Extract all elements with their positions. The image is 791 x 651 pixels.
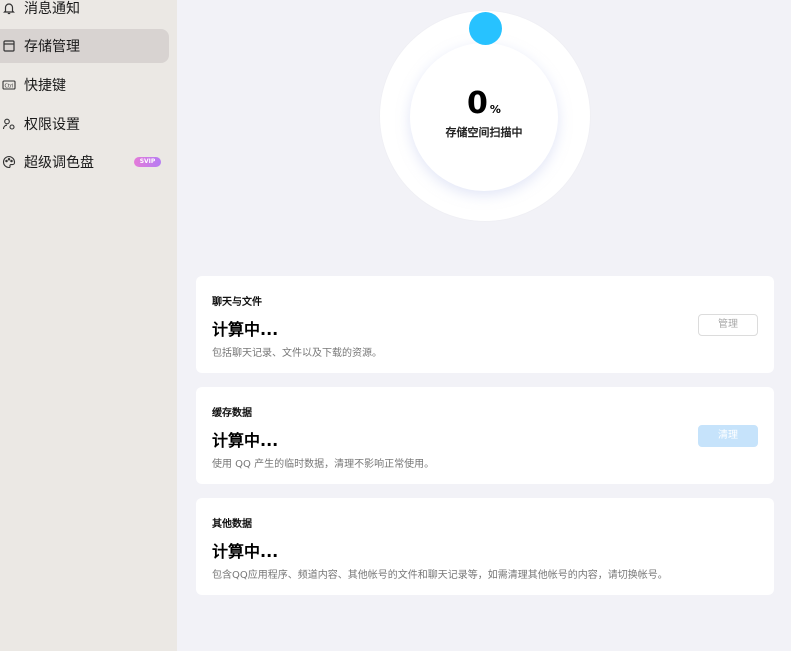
sidebar: 消息通知 存储管理 Ctrl 快捷键 权限设置 超级调色盘 SVIP (0, 0, 177, 651)
svip-badge: SVIP (134, 157, 161, 167)
storage-icon (2, 39, 16, 53)
sidebar-item-label: 存储管理 (24, 39, 80, 55)
permission-icon (2, 117, 16, 131)
cache-data-card: 缓存数据 计算中... 使用 QQ 产生的临时数据，清理不影响正常使用。 清理 (196, 387, 774, 484)
svg-text:Ctrl: Ctrl (5, 83, 14, 89)
scan-status-label: 存储空间扫描中 (445, 126, 523, 139)
keyboard-icon: Ctrl (2, 78, 16, 92)
sidebar-item-label: 快捷键 (24, 78, 66, 94)
sidebar-item-label: 消息通知 (24, 1, 80, 17)
scan-percentage: 0% (410, 86, 558, 121)
card-title: 聊天与文件 (212, 297, 262, 308)
bell-icon (2, 1, 16, 15)
sidebar-item-storage[interactable]: 存储管理 (0, 29, 169, 63)
card-description: 包括聊天记录、文件以及下载的资源。 (212, 348, 382, 359)
card-title: 其他数据 (212, 519, 252, 530)
sidebar-item-label: 超级调色盘 (24, 155, 94, 171)
sidebar-item-notifications[interactable]: 消息通知 (0, 0, 169, 25)
sidebar-item-shortcuts[interactable]: Ctrl 快捷键 (0, 68, 169, 102)
card-size-value: 计算中... (212, 542, 279, 561)
clean-button[interactable]: 清理 (698, 425, 758, 447)
card-size-value: 计算中... (212, 320, 279, 339)
manage-button[interactable]: 管理 (698, 314, 758, 336)
sidebar-item-label: 权限设置 (24, 117, 80, 133)
progress-indicator-dot (469, 12, 502, 45)
card-description: 包含QQ应用程序、频道内容、其他帐号的文件和聊天记录等，如需清理其他帐号的内容，… (212, 570, 668, 581)
percentage-unit: % (489, 103, 501, 116)
card-title: 缓存数据 (212, 408, 252, 419)
storage-main: 0% 存储空间扫描中 聊天与文件 计算中... 包括聊天记录、文件以及下载的资源… (177, 0, 791, 651)
sidebar-item-permissions[interactable]: 权限设置 (0, 107, 169, 141)
sidebar-item-palette[interactable]: 超级调色盘 SVIP (0, 145, 169, 179)
palette-icon (2, 155, 16, 169)
card-size-value: 计算中... (212, 431, 279, 450)
percentage-value: 0 (467, 86, 488, 121)
other-data-card: 其他数据 计算中... 包含QQ应用程序、频道内容、其他帐号的文件和聊天记录等，… (196, 498, 774, 595)
card-description: 使用 QQ 产生的临时数据，清理不影响正常使用。 (212, 459, 435, 470)
chat-files-card: 聊天与文件 计算中... 包括聊天记录、文件以及下载的资源。 管理 (196, 276, 774, 373)
